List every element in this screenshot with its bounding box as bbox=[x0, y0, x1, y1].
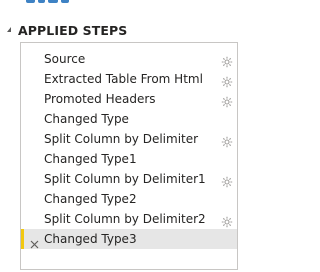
applied-step-label: Split Column by Delimiter2 bbox=[44, 212, 206, 226]
delete-x-icon[interactable] bbox=[30, 234, 39, 249]
applied-step-item[interactable]: Changed Type3 bbox=[21, 229, 237, 249]
applied-steps-pane: APPLIED STEPS Source Extracted Table From… bbox=[0, 0, 247, 272]
gear-icon[interactable] bbox=[221, 53, 233, 68]
applied-step-item[interactable]: Changed Type2 bbox=[21, 189, 237, 209]
gear-icon[interactable] bbox=[221, 173, 233, 188]
applied-step-item[interactable]: Promoted Headers bbox=[21, 89, 237, 109]
applied-step-item[interactable]: Changed Type1 bbox=[21, 149, 237, 169]
applied-step-item[interactable]: Split Column by Delimiter1 bbox=[21, 169, 237, 189]
applied-step-item[interactable]: Split Column by Delimiter bbox=[21, 129, 237, 149]
applied-steps-title: APPLIED STEPS bbox=[18, 23, 128, 38]
applied-steps-list: Source Extracted Table From Html Promoted … bbox=[20, 42, 238, 270]
applied-step-label: Extracted Table From Html bbox=[44, 72, 203, 86]
applied-step-label: Split Column by Delimiter1 bbox=[44, 172, 206, 186]
applied-step-label: Promoted Headers bbox=[44, 92, 156, 106]
applied-step-item[interactable]: Split Column by Delimiter2 bbox=[21, 209, 237, 229]
selected-step-indicator bbox=[21, 229, 24, 249]
applied-step-label: Source bbox=[44, 52, 86, 66]
applied-step-label: Changed Type3 bbox=[44, 232, 137, 246]
applied-step-label: Changed Type2 bbox=[44, 192, 137, 206]
gear-icon[interactable] bbox=[221, 213, 233, 228]
applied-step-label: Split Column by Delimiter bbox=[44, 132, 199, 146]
triangle-collapse-icon[interactable] bbox=[7, 27, 11, 32]
gear-icon[interactable] bbox=[221, 73, 233, 88]
applied-step-item[interactable]: Source bbox=[21, 49, 237, 69]
previous-section-link-fragment bbox=[26, 0, 72, 3]
gear-icon[interactable] bbox=[221, 93, 233, 108]
gear-icon[interactable] bbox=[221, 133, 233, 148]
applied-step-item[interactable]: Extracted Table From Html bbox=[21, 69, 237, 89]
applied-step-item[interactable]: Changed Type bbox=[21, 109, 237, 129]
applied-steps-header[interactable]: APPLIED STEPS bbox=[0, 22, 247, 40]
applied-step-label: Changed Type bbox=[44, 112, 129, 126]
applied-step-label: Changed Type1 bbox=[44, 152, 137, 166]
